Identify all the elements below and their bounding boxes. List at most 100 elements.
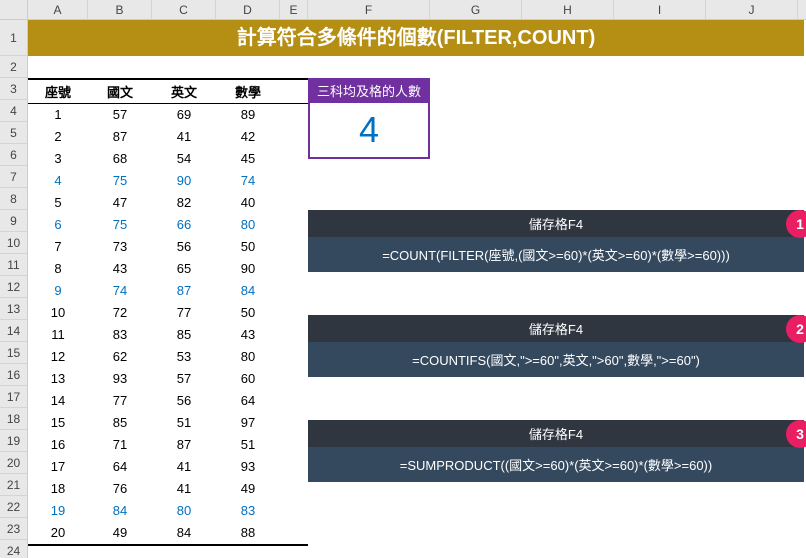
cell[interactable]: 97 [216,412,280,434]
table-row[interactable]: 12625380 [28,346,308,368]
cell[interactable]: 72 [88,302,152,324]
cell[interactable]: 87 [152,434,216,456]
table-row[interactable]: 8436590 [28,258,308,280]
table-row[interactable]: 20498488 [28,522,308,546]
cell[interactable]: 11 [28,324,88,346]
table-row[interactable]: 3685445 [28,148,308,170]
cell[interactable]: 84 [216,280,280,302]
cell[interactable]: 49 [88,522,152,544]
cell[interactable]: 93 [216,456,280,478]
cell[interactable]: 41 [152,126,216,148]
cell[interactable]: 77 [88,390,152,412]
cell[interactable]: 82 [152,192,216,214]
row-header[interactable]: 15 [0,342,27,364]
row-header[interactable]: 1 [0,20,27,56]
row-header[interactable]: 7 [0,166,27,188]
cell[interactable]: 9 [28,280,88,302]
cell[interactable]: 83 [88,324,152,346]
cell[interactable]: 62 [88,346,152,368]
cell[interactable]: 54 [152,148,216,170]
cell[interactable]: 80 [216,214,280,236]
sheet-content[interactable]: 計算符合多條件的個數(FILTER,COUNT) 座號 國文 英文 數學 157… [28,20,806,558]
row-header[interactable]: 20 [0,452,27,474]
col-header-F[interactable]: F [308,0,430,19]
cell[interactable]: 71 [88,434,152,456]
cell[interactable]: 57 [88,104,152,126]
cell[interactable]: 7 [28,236,88,258]
cell[interactable]: 56 [152,236,216,258]
cell[interactable]: 64 [88,456,152,478]
cell[interactable]: 19 [28,500,88,522]
table-row[interactable]: 18764149 [28,478,308,500]
cell[interactable]: 83 [216,500,280,522]
cell[interactable]: 93 [88,368,152,390]
col-header-E[interactable]: E [280,0,308,19]
table-row[interactable]: 15855197 [28,412,308,434]
col-header-H[interactable]: H [522,0,614,19]
row-header[interactable]: 12 [0,276,27,298]
cell[interactable]: 73 [88,236,152,258]
table-row[interactable]: 14775664 [28,390,308,412]
cell[interactable]: 80 [152,500,216,522]
cell[interactable]: 74 [216,170,280,192]
cell[interactable]: 47 [88,192,152,214]
cell[interactable]: 84 [88,500,152,522]
col-header-G[interactable]: G [430,0,522,19]
table-row[interactable]: 4759074 [28,170,308,192]
row-header[interactable]: 14 [0,320,27,342]
cell[interactable]: 49 [216,478,280,500]
cell[interactable]: 85 [152,324,216,346]
row-header[interactable]: 16 [0,364,27,386]
cell[interactable]: 84 [152,522,216,544]
cell[interactable]: 64 [216,390,280,412]
cell[interactable]: 18 [28,478,88,500]
cell[interactable]: 3 [28,148,88,170]
table-row[interactable]: 10727750 [28,302,308,324]
col-header-J[interactable]: J [706,0,798,19]
cell[interactable]: 17 [28,456,88,478]
cell[interactable]: 88 [216,522,280,544]
cell[interactable]: 13 [28,368,88,390]
cell[interactable]: 43 [216,324,280,346]
row-header[interactable]: 5 [0,122,27,144]
row-header[interactable]: 4 [0,100,27,122]
row-header[interactable]: 19 [0,430,27,452]
cell[interactable]: 65 [152,258,216,280]
row-header[interactable]: 6 [0,144,27,166]
cell[interactable]: 12 [28,346,88,368]
cell[interactable]: 87 [88,126,152,148]
table-row[interactable]: 19848083 [28,500,308,522]
cell[interactable]: 87 [152,280,216,302]
row-header[interactable]: 9 [0,210,27,232]
row-header[interactable]: 3 [0,78,27,100]
table-row[interactable]: 16718751 [28,434,308,456]
row-header[interactable]: 21 [0,474,27,496]
cell[interactable]: 14 [28,390,88,412]
select-all-corner[interactable] [0,0,28,19]
cell[interactable]: 66 [152,214,216,236]
row-header[interactable]: 8 [0,188,27,210]
row-header[interactable]: 22 [0,496,27,518]
cell[interactable]: 16 [28,434,88,456]
cell[interactable]: 89 [216,104,280,126]
cell[interactable]: 1 [28,104,88,126]
cell[interactable]: 77 [152,302,216,324]
row-header[interactable]: 24 [0,540,27,558]
col-header-A[interactable]: A [28,0,88,19]
cell[interactable]: 80 [216,346,280,368]
row-header[interactable]: 18 [0,408,27,430]
cell[interactable]: 53 [152,346,216,368]
col-header-C[interactable]: C [152,0,216,19]
row-header[interactable]: 2 [0,56,27,78]
cell[interactable]: 57 [152,368,216,390]
cell[interactable]: 8 [28,258,88,280]
cell[interactable]: 56 [152,390,216,412]
cell[interactable]: 45 [216,148,280,170]
cell[interactable]: 90 [216,258,280,280]
cell[interactable]: 69 [152,104,216,126]
col-header-D[interactable]: D [216,0,280,19]
cell[interactable]: 10 [28,302,88,324]
row-header[interactable]: 10 [0,232,27,254]
row-header[interactable]: 23 [0,518,27,540]
cell[interactable]: 50 [216,302,280,324]
